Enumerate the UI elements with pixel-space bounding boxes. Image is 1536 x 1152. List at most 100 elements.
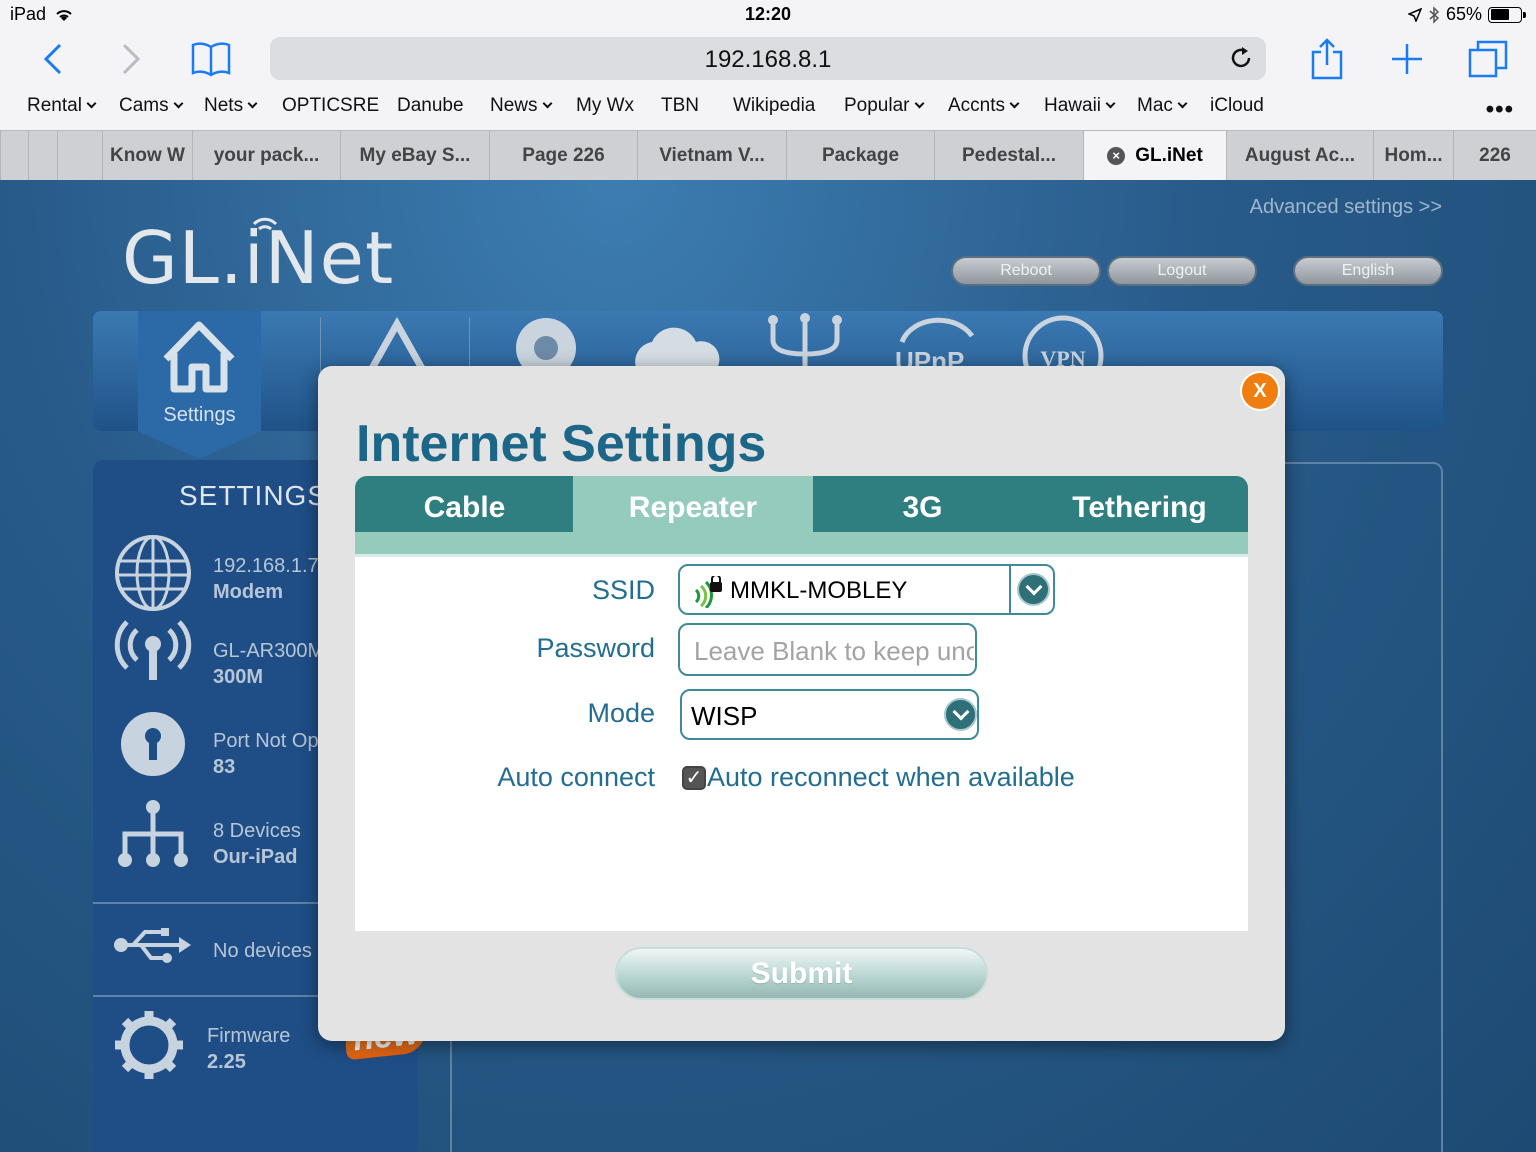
gear-icon (115, 1011, 183, 1079)
share-icon (1311, 38, 1343, 80)
password-input[interactable] (694, 636, 974, 667)
bookmark-link[interactable]: My Wx (576, 95, 634, 117)
tab-item[interactable]: Vietnam V... (637, 131, 786, 181)
bookmark-folder[interactable]: Cams (119, 95, 184, 117)
address-bar[interactable]: 192.168.8.1 (270, 37, 1266, 80)
browser-chrome: iPad 12:20 65% 192.168.8.1 Rental Cams N… (0, 0, 1536, 181)
bookmark-folder[interactable]: Hawaii (1044, 95, 1116, 117)
bookmark-link[interactable]: Wikipedia (733, 95, 815, 117)
close-dialog-button[interactable]: X (1242, 373, 1278, 409)
bookmark-link[interactable]: iCloud (1210, 95, 1264, 117)
tab-cable[interactable]: Cable (355, 476, 574, 532)
select-divider (1009, 566, 1011, 613)
bookmark-folder[interactable]: Popular (844, 95, 924, 117)
tab-item[interactable]: My eBay S... (340, 131, 489, 181)
share-button[interactable] (1302, 36, 1352, 82)
chevron-right-icon (122, 43, 141, 75)
tab-stub[interactable] (57, 131, 102, 181)
auto-connect-label: Auto connect (497, 762, 655, 792)
tab-item[interactable]: August Ac... (1226, 131, 1373, 181)
chevron-down-icon (247, 98, 258, 109)
logout-button[interactable]: Logout (1107, 256, 1257, 286)
bookmarks-bar: Rental Cams Nets OPTICSRE Danube News My… (0, 95, 1536, 121)
auto-reconnect-text[interactable]: Auto reconnect when available (707, 762, 1075, 793)
cloud-icon[interactable] (630, 312, 720, 372)
tab-stub[interactable] (0, 131, 28, 181)
submit-button[interactable]: Submit (615, 947, 988, 1000)
home-icon (163, 321, 235, 393)
tabs-icon (1468, 40, 1508, 78)
bookmark-folder[interactable]: Mac (1137, 95, 1188, 117)
home-tab-label: Settings (163, 404, 236, 426)
close-tab-icon[interactable]: × (1107, 147, 1126, 165)
upnp-icon[interactable]: UPnP (892, 312, 982, 372)
bookmark-link[interactable]: TBN (661, 95, 699, 117)
glinet-logo: GL.iNet (122, 216, 394, 300)
ssid-label: SSID (591, 575, 655, 605)
url-text: 192.168.8.1 (704, 46, 832, 73)
status-time: 12:20 (744, 4, 792, 24)
home-tab-pointer (138, 431, 261, 459)
forward-button[interactable] (106, 36, 156, 82)
settings-panel-title: SETTINGS (179, 480, 328, 511)
chevron-down-icon (1009, 98, 1020, 109)
wifi-locked-icon (694, 576, 722, 608)
chevron-down-icon (542, 98, 552, 109)
password-field[interactable] (678, 623, 977, 676)
chevron-down-icon[interactable] (1017, 573, 1050, 606)
back-button[interactable] (28, 36, 78, 82)
tab-strip: Know W your pack... My eBay S... Page 22… (0, 130, 1536, 181)
bookmark-link[interactable]: Danube (397, 95, 464, 117)
plus-icon (1392, 44, 1422, 74)
tab-item[interactable]: Page 226 (489, 131, 637, 181)
apps-icon[interactable] (320, 312, 470, 372)
bookmark-link[interactable]: OPTICSRE (282, 95, 379, 117)
language-button[interactable]: English (1293, 256, 1443, 286)
reboot-button[interactable]: Reboot (951, 256, 1101, 286)
bluetooth-icon (1429, 5, 1440, 24)
connection-tabs: Cable Repeater 3G Tethering (355, 476, 1248, 554)
tab-item[interactable]: Package (786, 131, 934, 181)
chevron-down-icon[interactable] (944, 698, 977, 731)
repeater-form: SSID MMKL-MOBLEY Password Mode WISP Auto… (355, 554, 1248, 931)
bookmark-folder[interactable]: Accnts (948, 95, 1020, 117)
usb-tree-icon[interactable] (765, 312, 845, 372)
battery-level (1490, 9, 1510, 20)
chevron-down-icon (914, 98, 924, 109)
usb-icon (114, 928, 191, 963)
mode-select[interactable]: WISP (680, 689, 979, 740)
reload-icon[interactable] (1226, 43, 1256, 73)
advanced-settings-link[interactable]: Advanced settings >> (1250, 196, 1442, 219)
ssid-value: MMKL-MOBLEY (730, 577, 908, 604)
tab-item[interactable]: 226 (1453, 131, 1536, 181)
tab-item-active[interactable]: × GL.iNet (1083, 131, 1226, 181)
ssid-select[interactable]: MMKL-MOBLEY (678, 564, 1055, 615)
tab-item[interactable]: Pedestal... (934, 131, 1083, 181)
more-bookmarks-button[interactable]: ••• (1486, 96, 1514, 124)
mode-label: Mode (587, 698, 655, 728)
bookmarks-button[interactable] (186, 36, 236, 82)
vpn-icon[interactable]: VPN (1020, 312, 1106, 372)
tab-tethering[interactable]: Tethering (1031, 476, 1248, 532)
mode-value: WISP (691, 701, 758, 731)
tab-stub[interactable] (28, 131, 57, 181)
bookmark-folder[interactable]: News (490, 95, 552, 117)
bookmark-folder[interactable]: Rental (27, 95, 97, 117)
bookmark-folder[interactable]: Nets (204, 95, 258, 117)
tab-item[interactable]: your pack... (192, 131, 340, 181)
tab-3g[interactable]: 3G (813, 476, 1032, 532)
tab-repeater[interactable]: Repeater (573, 476, 813, 532)
internet-settings-dialog: X Internet Settings Cable Repeater 3G Te… (318, 366, 1285, 1041)
tabs-button[interactable] (1463, 36, 1513, 82)
chevron-left-icon (43, 43, 62, 75)
camera-icon[interactable] (512, 312, 582, 372)
chevron-down-icon (1177, 98, 1188, 109)
new-tab-button[interactable] (1382, 36, 1432, 82)
tab-item[interactable]: Hom... (1373, 131, 1453, 181)
battery-percent: 65% (1445, 4, 1482, 24)
book-icon (191, 42, 231, 77)
auto-reconnect-checkbox[interactable]: ✓ (682, 766, 706, 790)
globe-icon (115, 535, 191, 611)
network-tree-icon (118, 800, 188, 867)
tab-item[interactable]: Know W (102, 131, 192, 181)
